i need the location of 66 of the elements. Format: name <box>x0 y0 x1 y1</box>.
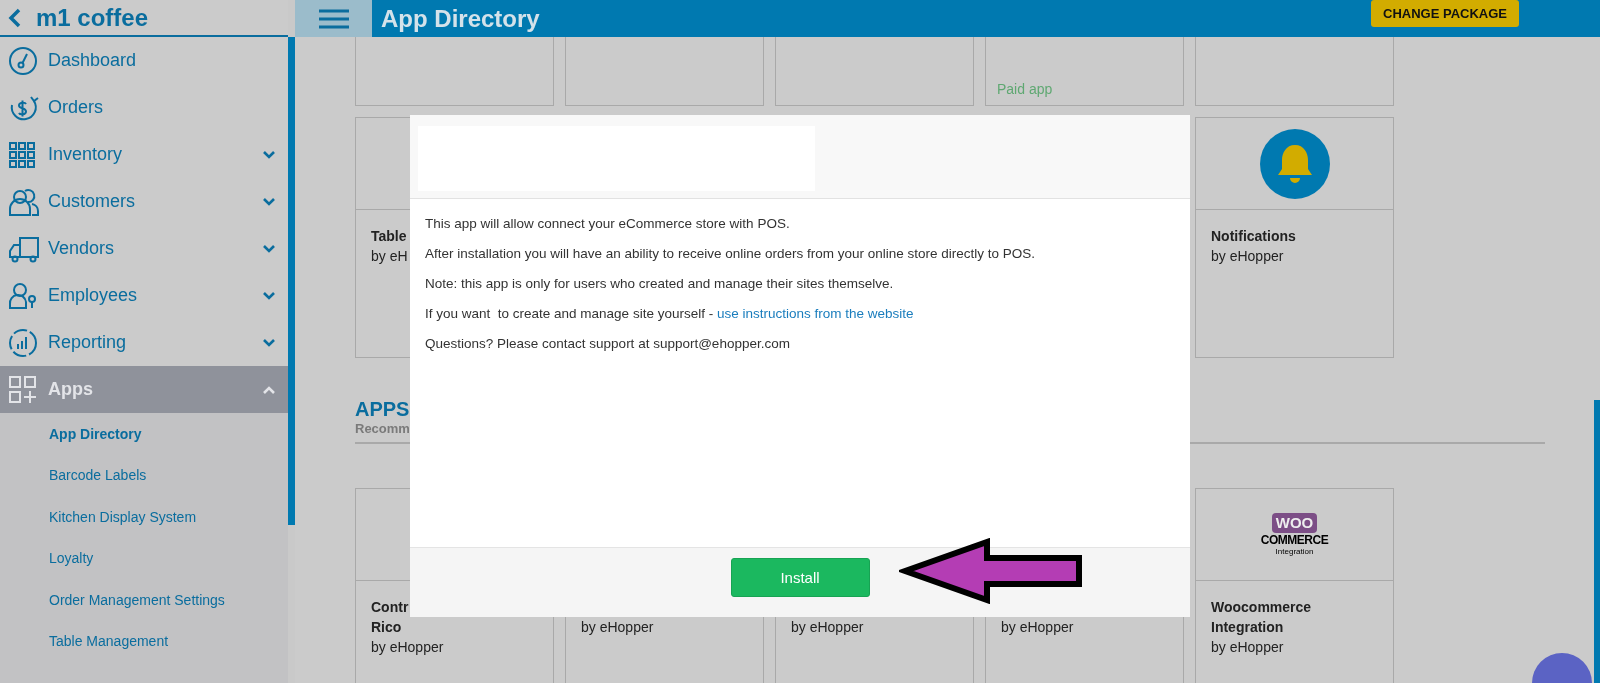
chevron-icon <box>262 197 276 206</box>
people-icon <box>8 186 40 217</box>
app-title: Table <box>371 227 407 246</box>
app-card[interactable]: WOO COMMERCE Integration Woocommerce Integration by eHopper <box>1195 488 1394 683</box>
chevron-icon <box>262 244 276 253</box>
back-icon[interactable] <box>8 7 22 28</box>
dialog-text: Questions? Please contact support at support@ehopper.com <box>425 335 791 353</box>
app-title: Woocommerce <box>1211 598 1312 617</box>
app-card[interactable]: Notifications by eHopper <box>1195 117 1394 358</box>
nav-item[interactable]: Reporting <box>0 319 288 366</box>
bell-icon <box>1259 128 1330 199</box>
page-title: App Directory <box>381 4 541 33</box>
apps-icon <box>8 374 38 405</box>
app-author: by eHopper <box>581 618 654 637</box>
nav-subitem[interactable]: Order Management Settings <box>0 579 288 621</box>
nav-item[interactable]: Inventory <box>0 131 288 178</box>
truck-icon <box>8 234 40 263</box>
app-title: Integration <box>1211 618 1284 637</box>
dialog-text: If you want to create and manage site yourself - use instructions from the website <box>425 305 915 323</box>
nav-item[interactable]: Dashboard <box>0 37 288 84</box>
scrollbar-thumb[interactable] <box>1594 400 1600 683</box>
change-package-button[interactable]: CHANGE PACKAGE <box>1371 0 1519 27</box>
app-title: Contr <box>371 598 409 617</box>
app-card[interactable]: Paid app <box>985 37 1184 106</box>
gauge-icon <box>8 45 38 76</box>
menu-button[interactable] <box>295 0 372 37</box>
section-heading: APPS <box>355 398 410 421</box>
nav-item[interactable]: Apps <box>0 366 288 413</box>
app-card[interactable] <box>355 37 554 106</box>
app-author: by eH <box>371 247 408 266</box>
dialog-text: This app will allow connect your eCommerce store with POS. <box>425 215 791 233</box>
dialog-text: Note: this app is only for users who created and manage their sites themselve. <box>425 275 895 293</box>
chevron-icon <box>262 338 276 347</box>
nav-subitem[interactable]: App Directory <box>0 413 288 455</box>
app-card[interactable] <box>775 37 974 106</box>
app-title: Rico <box>371 618 402 637</box>
scrollbar-thumb[interactable] <box>288 37 295 525</box>
app-author: by eHopper <box>371 638 444 657</box>
bar-chart-icon <box>8 327 38 358</box>
app-author: by eHopper <box>1211 247 1284 266</box>
nav-item[interactable]: Employees <box>0 272 288 319</box>
chevron-icon <box>262 385 276 394</box>
app-title: Notifications <box>1211 227 1296 246</box>
nav-subitem[interactable]: Table Management <box>0 620 288 662</box>
app-card[interactable] <box>1195 37 1394 106</box>
nav-item[interactable]: Orders <box>0 84 288 131</box>
nav-subitem[interactable]: Loyalty <box>0 537 288 579</box>
menu-icon <box>318 8 349 29</box>
nav-subitem[interactable]: Kitchen Display System <box>0 496 288 538</box>
woocommerce-logo: WOO COMMERCE Integration <box>1260 513 1329 556</box>
grid-icon <box>8 140 36 169</box>
chevron-icon <box>262 150 276 159</box>
app-author: by eHopper <box>1001 618 1074 637</box>
app-author: by eHopper <box>791 618 864 637</box>
dialog-text: After installation you will have an ability to receive online orders from your online store directly to POS. <box>425 245 1037 263</box>
instructions-link[interactable]: use instructions from the website <box>716 306 914 321</box>
nav-item[interactable]: Vendors <box>0 225 288 272</box>
paid-app-label: Paid app <box>996 81 1054 99</box>
chevron-icon <box>262 291 276 300</box>
nav-item[interactable]: Customers <box>0 178 288 225</box>
section-subheading: Recomm <box>355 421 410 436</box>
install-button[interactable]: Install <box>730 558 870 597</box>
app-author: by eHopper <box>1211 638 1284 657</box>
nav-subitem[interactable]: Barcode Labels <box>0 454 288 496</box>
store-name: m1 coffee <box>36 3 149 32</box>
app-card[interactable] <box>565 37 764 106</box>
